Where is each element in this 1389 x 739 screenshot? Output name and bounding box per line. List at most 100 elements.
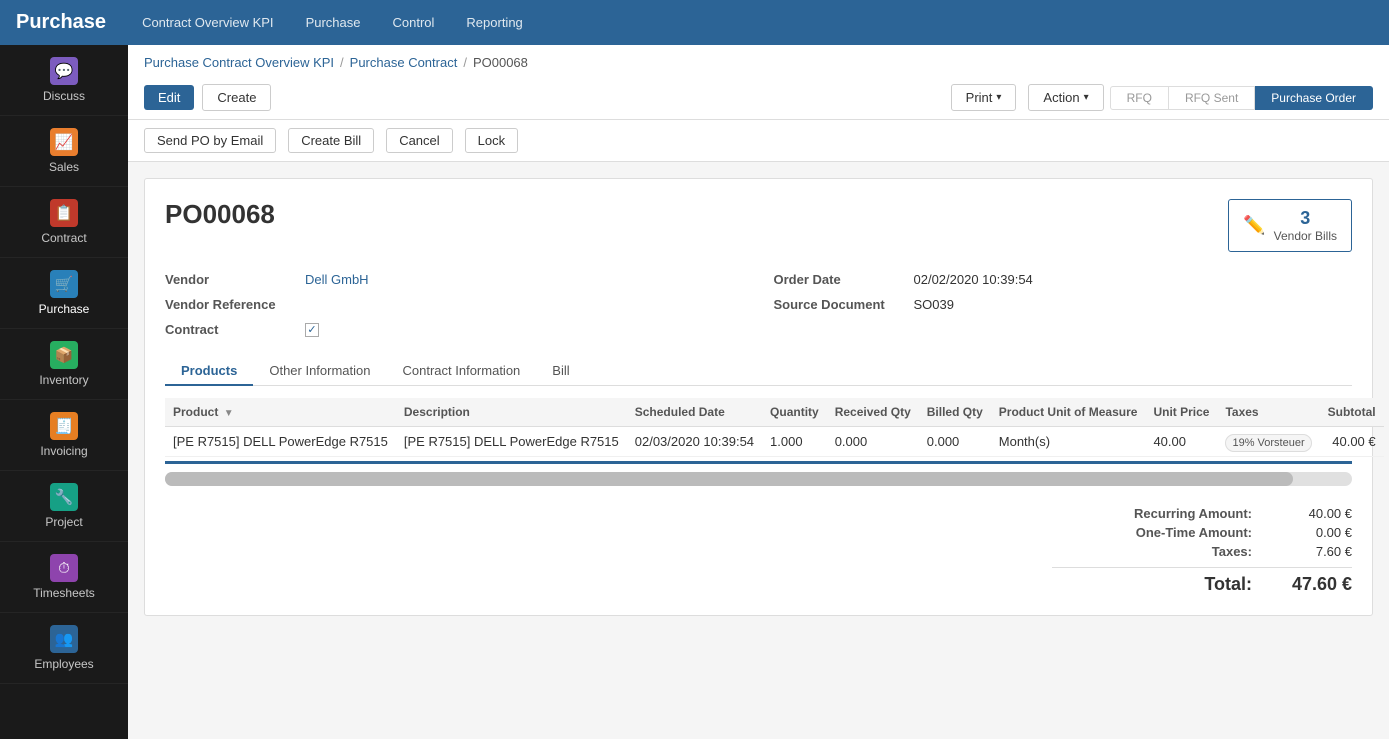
cell-quantity: 1.000	[762, 427, 827, 457]
nav-link-control[interactable]: Control	[386, 11, 440, 34]
tab-contract-information[interactable]: Contract Information	[387, 357, 537, 386]
edit-button[interactable]: Edit	[144, 85, 194, 110]
breadcrumb-overview[interactable]: Purchase Contract Overview KPI	[144, 55, 334, 70]
sidebar-label-timesheets: Timesheets	[33, 586, 95, 600]
sidebar: 💬 Discuss 📈 Sales 📋 Contract 🛒 Purchase …	[0, 45, 128, 739]
recurring-amount-label: Recurring Amount:	[1052, 506, 1252, 521]
nav-link-contract-overview[interactable]: Contract Overview KPI	[136, 11, 280, 34]
sales-icon: 📈	[50, 128, 78, 156]
vendor-field-row: Vendor Dell GmbH	[165, 272, 744, 287]
scrollbar-thumb	[165, 472, 1293, 486]
col-header-unit-price: Unit Price	[1145, 398, 1217, 427]
action-caret-icon: ▾	[1084, 92, 1089, 103]
lock-button[interactable]: Lock	[465, 128, 518, 153]
sidebar-item-invoicing[interactable]: 🧾 Invoicing	[0, 400, 128, 471]
form-fields: Vendor Dell GmbH Vendor Reference Contra…	[165, 272, 1352, 337]
one-time-amount-label: One-Time Amount:	[1052, 525, 1252, 540]
contract-checkbox[interactable]: ✓	[305, 323, 319, 337]
project-icon: 🔧	[50, 483, 78, 511]
one-time-amount-value: 0.00 €	[1272, 525, 1352, 540]
one-time-amount-row: One-Time Amount: 0.00 €	[1052, 525, 1352, 540]
totals-section: Recurring Amount: 40.00 € One-Time Amoun…	[165, 494, 1352, 595]
tab-products[interactable]: Products	[165, 357, 253, 386]
sidebar-item-sales[interactable]: 📈 Sales	[0, 116, 128, 187]
vendor-reference-field-row: Vendor Reference	[165, 297, 744, 312]
pipeline-rfq[interactable]: RFQ	[1110, 86, 1169, 110]
cell-taxes: 19% Vorsteuer	[1217, 427, 1319, 457]
status-pipeline: RFQ RFQ Sent Purchase Order	[1110, 86, 1373, 110]
create-bill-button[interactable]: Create Bill	[288, 128, 374, 153]
sidebar-label-project: Project	[45, 515, 82, 529]
vendor-bills-button[interactable]: ✏️ 3 Vendor Bills	[1228, 199, 1352, 252]
cancel-button[interactable]: Cancel	[386, 128, 452, 153]
taxes-row: Taxes: 7.60 €	[1052, 544, 1352, 559]
sidebar-item-purchase[interactable]: 🛒 Purchase	[0, 258, 128, 329]
col-header-billed-qty: Billed Qty	[919, 398, 991, 427]
cell-scheduled-date: 02/03/2020 10:39:54	[627, 427, 762, 457]
create-button[interactable]: Create	[202, 84, 271, 111]
recurring-amount-row: Recurring Amount: 40.00 €	[1052, 506, 1352, 521]
vendor-bills-count: 3	[1274, 208, 1337, 229]
print-dropdown[interactable]: Print ▾	[951, 84, 1017, 111]
source-document-label: Source Document	[774, 297, 904, 312]
vendor-value[interactable]: Dell GmbH	[305, 272, 369, 287]
nav-link-purchase[interactable]: Purchase	[300, 11, 367, 34]
order-date-field-row: Order Date 02/02/2020 10:39:54	[774, 272, 1353, 287]
source-document-value: SO039	[914, 297, 954, 312]
total-row: Total: 47.60 €	[1052, 567, 1352, 595]
sidebar-item-discuss[interactable]: 💬 Discuss	[0, 45, 128, 116]
table-row[interactable]: [PE R7515] DELL PowerEdge R7515 [PE R751…	[165, 427, 1384, 457]
sidebar-item-timesheets[interactable]: ⏱ Timesheets	[0, 542, 128, 613]
breadcrumb-contract[interactable]: Purchase Contract	[350, 55, 458, 70]
sidebar-label-inventory: Inventory	[39, 373, 88, 387]
inventory-icon: 📦	[50, 341, 78, 369]
nav-links: Contract Overview KPI Purchase Control R…	[136, 11, 529, 34]
recurring-amount-value: 40.00 €	[1272, 506, 1352, 521]
sidebar-label-discuss: Discuss	[43, 89, 85, 103]
horizontal-scrollbar[interactable]	[165, 472, 1352, 486]
po-header: PO00068 ✏️ 3 Vendor Bills	[165, 199, 1352, 252]
contract-field-row: Contract ✓	[165, 322, 744, 337]
cell-billed-qty: 0.000	[919, 427, 991, 457]
breadcrumb-bar: Purchase Contract Overview KPI / Purchas…	[128, 45, 1389, 120]
sidebar-item-project[interactable]: 🔧 Project	[0, 471, 128, 542]
sort-arrow-product: ▼	[224, 408, 234, 419]
send-po-button[interactable]: Send PO by Email	[144, 128, 276, 153]
order-date-label: Order Date	[774, 272, 904, 287]
pipeline-rfq-sent[interactable]: RFQ Sent	[1169, 86, 1255, 110]
nav-link-reporting[interactable]: Reporting	[460, 11, 528, 34]
sidebar-item-inventory[interactable]: 📦 Inventory	[0, 329, 128, 400]
main-content: Purchase Contract Overview KPI / Purchas…	[128, 45, 1389, 739]
col-header-scheduled-date: Scheduled Date	[627, 398, 762, 427]
col-header-description: Description	[396, 398, 627, 427]
sub-action-bar: Send PO by Email Create Bill Cancel Lock	[128, 120, 1389, 162]
pipeline-purchase-order[interactable]: Purchase Order	[1255, 86, 1373, 110]
tab-bill[interactable]: Bill	[536, 357, 585, 386]
cell-received-qty: 0.000	[827, 427, 919, 457]
sidebar-item-employees[interactable]: 👥 Employees	[0, 613, 128, 684]
po-number: PO00068	[165, 199, 275, 230]
cell-description: [PE R7515] DELL PowerEdge R7515	[396, 427, 627, 457]
vendor-label: Vendor	[165, 272, 295, 287]
cell-product: [PE R7515] DELL PowerEdge R7515	[165, 427, 396, 457]
sidebar-label-invoicing: Invoicing	[40, 444, 87, 458]
action-dropdown[interactable]: Action ▾	[1028, 84, 1103, 111]
total-value: 47.60 €	[1272, 574, 1352, 595]
col-header-quantity: Quantity	[762, 398, 827, 427]
order-date-value: 02/02/2020 10:39:54	[914, 272, 1033, 287]
sidebar-item-contract[interactable]: 📋 Contract	[0, 187, 128, 258]
table-separator-line	[165, 461, 1352, 464]
breadcrumb-current: PO00068	[473, 55, 528, 70]
top-navigation: Purchase Contract Overview KPI Purchase …	[0, 0, 1389, 45]
sidebar-label-sales: Sales	[49, 160, 79, 174]
source-document-field-row: Source Document SO039	[774, 297, 1353, 312]
col-header-uom: Product Unit of Measure	[991, 398, 1146, 427]
form-card: PO00068 ✏️ 3 Vendor Bills Vendor	[144, 178, 1373, 616]
discuss-icon: 💬	[50, 57, 78, 85]
col-header-product[interactable]: Product ▼	[165, 398, 396, 427]
contract-icon: 📋	[50, 199, 78, 227]
col-header-received-qty: Received Qty	[827, 398, 919, 427]
tab-other-information[interactable]: Other Information	[253, 357, 386, 386]
sidebar-label-employees: Employees	[34, 657, 93, 671]
vendor-reference-label: Vendor Reference	[165, 297, 295, 312]
